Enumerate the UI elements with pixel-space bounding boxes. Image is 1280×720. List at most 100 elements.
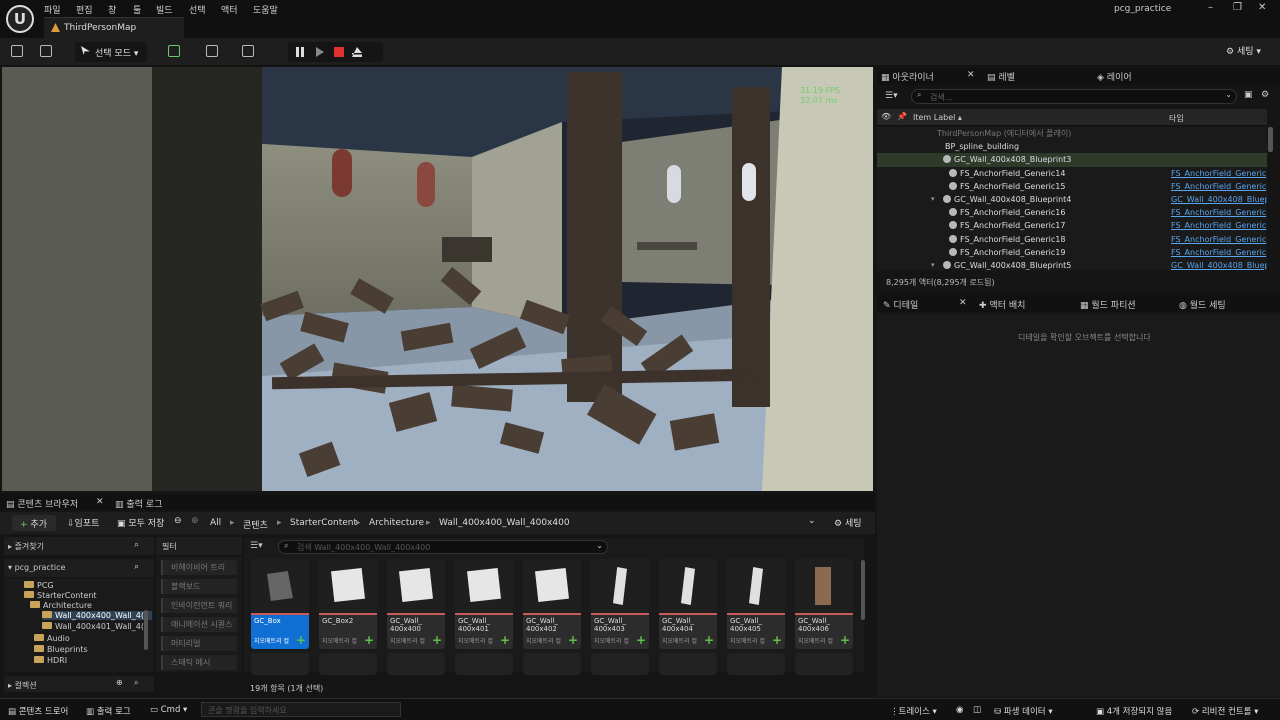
asset-filter-icon[interactable]: ☰▾ [250, 541, 263, 551]
asset-scrollbar[interactable] [861, 560, 865, 620]
breadcrumb-item[interactable]: All [210, 518, 221, 528]
folder-add-icon[interactable]: ▣ [1244, 90, 1253, 100]
menu-item[interactable]: 도움말 [253, 3, 278, 16]
visibility-icon[interactable]: 👁 [881, 112, 891, 121]
eject-icon[interactable] [352, 47, 362, 57]
outliner-scrollbar[interactable] [1268, 127, 1273, 152]
menu-item[interactable]: 빌드 [156, 3, 173, 16]
folder-tree-item[interactable]: HDRI [34, 656, 67, 665]
outliner-row-type-link[interactable]: FS_AnchorField_Generic [1171, 180, 1266, 193]
outliner-row[interactable]: FS_AnchorField_Generic17 FS_AnchorField_G… [877, 219, 1267, 232]
asset-tile-partial[interactable] [251, 653, 309, 675]
breadcrumb-item[interactable]: Architecture [369, 518, 424, 528]
menu-item[interactable]: 선택 [189, 3, 206, 16]
folder-tree-item[interactable]: Wall_400x400_Wall_4( [42, 611, 152, 620]
step-icon[interactable] [316, 47, 324, 57]
asset-tile[interactable]: GC_Wall_ 400x404 지오메트리 컬 + [659, 559, 717, 649]
outliner-row[interactable]: ThirdPersonMap (에디터에서 플레이) [877, 127, 1267, 140]
content-drawer-button[interactable]: ▤ 콘텐츠 드로어 [8, 705, 68, 717]
add-to-level-icon[interactable]: + [772, 633, 782, 647]
menu-item[interactable]: 편집 [76, 3, 93, 16]
outliner-row[interactable]: GC_Wall_400x408_Blueprint3 [877, 153, 1267, 167]
add-button[interactable]: + 추가 [12, 515, 56, 531]
breadcrumb-item[interactable]: StarterContent [290, 518, 357, 528]
outliner-row-type-link[interactable]: GC_Wall_400x408_Bluepr [1171, 193, 1267, 206]
record-icon[interactable]: ◉ [956, 705, 963, 715]
column-item-label[interactable]: Item Label ▴ [913, 113, 962, 122]
import-button[interactable]: ⇩임포트 [67, 516, 99, 529]
close-content-tab-icon[interactable]: ✕ [96, 497, 104, 507]
minimize-icon[interactable]: – [1208, 2, 1213, 13]
outliner-row[interactable]: FS_AnchorField_Generic15 FS_AnchorField_G… [877, 180, 1267, 193]
unreal-logo-icon[interactable]: U [6, 5, 34, 33]
tab-layers[interactable]: ◈ 레이어 [1097, 70, 1132, 83]
folder-tree-item[interactable]: Audio [34, 634, 70, 643]
outliner-row-type-link[interactable]: FS_AnchorField_Generic [1171, 206, 1266, 219]
outliner-row[interactable]: FS_AnchorField_Generic14 FS_AnchorField_G… [877, 167, 1267, 180]
asset-tile[interactable]: GC_Wall_ 400x401 지오메트리 컬 + [455, 559, 513, 649]
outliner-row[interactable]: ▾ GC_Wall_400x408_Blueprint4 GC_Wall_400x4… [877, 193, 1267, 206]
filter-item[interactable]: 인바이런먼트 쿼리 [161, 598, 237, 613]
console-input[interactable]: 콘솔 명령을 입력하세요 [201, 702, 401, 717]
trace-button[interactable]: ⋮트레이스 ▾ [890, 705, 937, 717]
expand-arrow-icon[interactable]: ▾ [931, 259, 935, 270]
asset-tile-partial[interactable] [659, 653, 717, 675]
tab-world-partition[interactable]: ▦ 월드 파티션 [1080, 298, 1136, 311]
pause-icon[interactable] [296, 47, 299, 57]
add-to-level-icon[interactable]: + [296, 633, 306, 647]
menu-item[interactable]: 액터 [221, 3, 238, 16]
tab-output-log[interactable]: ▥ 출력 로그 [115, 497, 162, 510]
tab-world-settings[interactable]: ◍ 월드 세팅 [1179, 298, 1226, 311]
save-all-button[interactable]: ▣ 모두 저장 [117, 516, 164, 529]
blueprint-icon[interactable] [206, 45, 218, 57]
column-type[interactable]: 타입 [1169, 113, 1184, 124]
add-to-level-icon[interactable]: + [432, 633, 442, 647]
expand-arrow-icon[interactable]: ▾ [931, 193, 935, 206]
add-to-level-icon[interactable]: + [840, 633, 850, 647]
asset-tile[interactable]: GC_Wall_ 400x405 지오메트리 컬 + [727, 559, 785, 649]
tab-levels[interactable]: ▤ 레벨 [987, 70, 1015, 83]
outliner-search-input[interactable]: ⌕ 검색... ⌄ [911, 89, 1237, 104]
select-mode-button[interactable]: 선택 모드 ▾ [75, 42, 147, 62]
asset-tile-partial[interactable] [591, 653, 649, 675]
revision-control-button[interactable]: ⟳ 리비전 컨트롤 ▾ [1192, 705, 1258, 717]
collections-header[interactable]: ▸ 컬렉션 ⊕ ⌕ [4, 676, 154, 692]
tab-map[interactable]: ThirdPersonMap [44, 17, 184, 38]
outliner-row-type-link[interactable]: FS_AnchorField_Generic [1171, 233, 1266, 246]
tree-scrollbar[interactable] [144, 610, 148, 650]
cinematics-icon[interactable] [242, 45, 254, 57]
folder-tree-item[interactable]: Wall_400x401_Wall_4( [42, 622, 144, 631]
maximize-icon[interactable]: ❐ [1233, 2, 1242, 13]
close-icon[interactable]: ✕ [1258, 2, 1266, 13]
project-header[interactable]: ▾ pcg_practice ⌕ [4, 559, 154, 577]
settings-button[interactable]: ⚙ 세팅 ▾ [1226, 44, 1261, 57]
stop-icon[interactable] [334, 47, 344, 57]
outliner-row-type-link[interactable]: FS_AnchorField_Generic [1171, 219, 1266, 232]
outliner-row[interactable]: BP_spline_building [877, 140, 1267, 153]
cmd-dropdown[interactable]: ▭ Cmd ▾ [150, 705, 187, 715]
save-icon[interactable] [11, 45, 23, 57]
close-tab-icon[interactable]: ✕ [967, 70, 975, 80]
add-to-level-icon[interactable]: + [364, 633, 374, 647]
search-icon[interactable]: ⌕ [134, 678, 138, 688]
add-to-level-icon[interactable]: + [704, 633, 714, 647]
folder-tree-item[interactable]: Blueprints [34, 645, 88, 654]
tab-outliner[interactable]: ▦ 아웃라이너 [881, 70, 934, 83]
camera-icon[interactable]: ◫ [973, 705, 981, 715]
menu-item[interactable]: 창 [108, 3, 116, 16]
asset-tile[interactable]: GC_Wall_ 400x402 지오메트리 컬 + [523, 559, 581, 649]
filter-icon[interactable]: ☰▾ [885, 91, 898, 101]
folder-tree-item[interactable]: Architecture [30, 601, 92, 610]
outliner-row-type-link[interactable]: FS_AnchorField_Generic [1171, 246, 1266, 259]
output-log-button[interactable]: ▥ 출력 로그 [86, 705, 131, 717]
asset-tile-partial[interactable] [455, 653, 513, 675]
asset-tile-partial[interactable] [387, 653, 445, 675]
level-viewport[interactable] [2, 67, 873, 491]
outliner-row[interactable]: FS_AnchorField_Generic19 FS_AnchorField_G… [877, 246, 1267, 259]
asset-tile-partial[interactable] [795, 653, 853, 675]
search-icon[interactable]: ⌕ [134, 562, 139, 572]
asset-tile[interactable]: GC_Wall_ 400x400 지오메트리 컬 + [387, 559, 445, 649]
filter-item[interactable]: 스태틱 메시 [161, 655, 237, 670]
tab-place-actors[interactable]: ✚ 액터 배치 [979, 298, 1025, 311]
folder-tree-item[interactable]: PCG [24, 581, 54, 590]
